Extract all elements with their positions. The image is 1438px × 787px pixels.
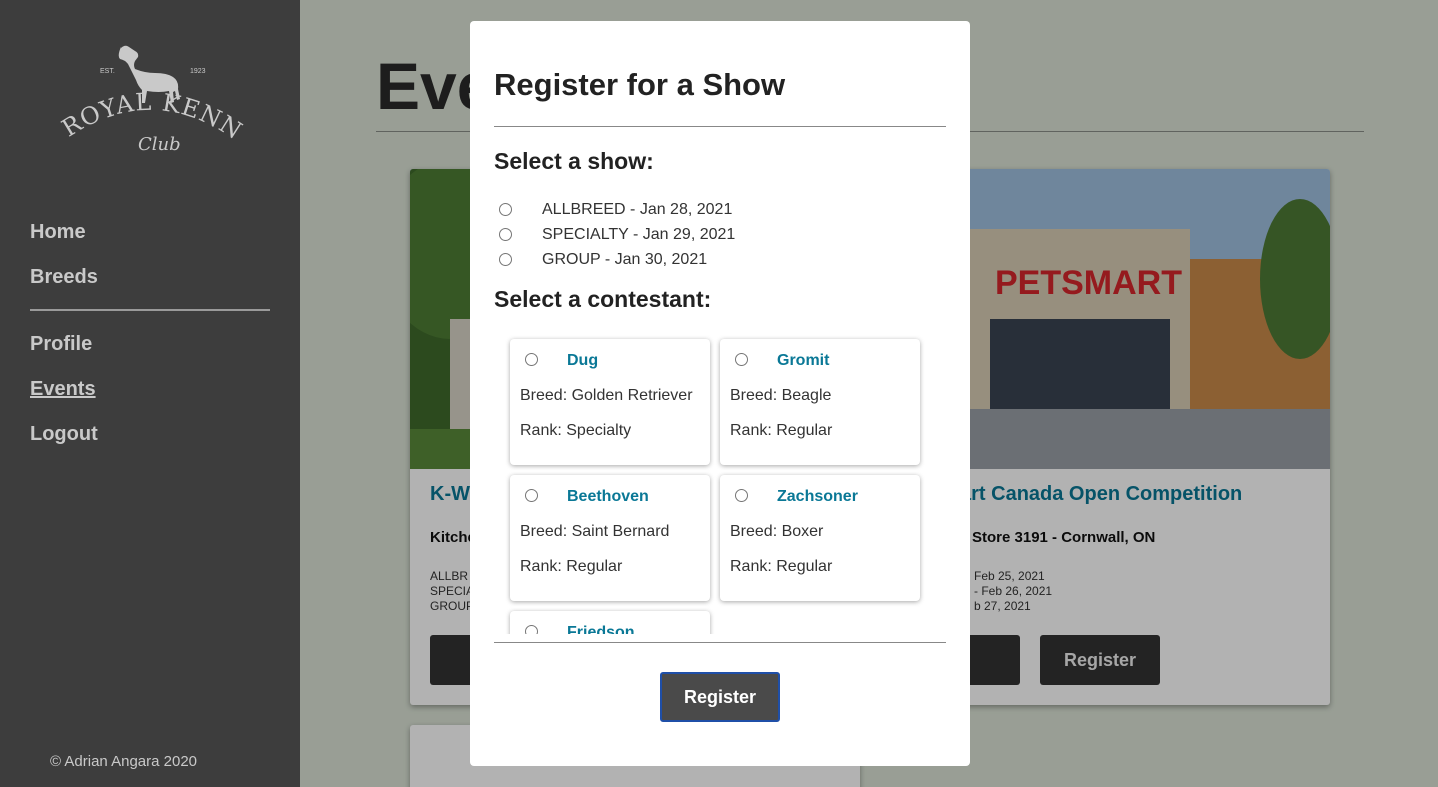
contestant-breed: Breed: Beagle	[730, 387, 832, 404]
sidebar: EST. 1923 ROYAL KENNEL Club Home Breeds …	[0, 0, 300, 787]
contestant-radio[interactable]	[525, 353, 538, 366]
logo-year: 1923	[190, 68, 206, 75]
show-option[interactable]: GROUP - Jan 30, 2021	[498, 247, 735, 272]
show-option-label: SPECIALTY - Jan 29, 2021	[542, 225, 736, 243]
show-option[interactable]: SPECIALTY - Jan 29, 2021	[498, 222, 735, 247]
contestant-card[interactable]: Friedson	[510, 611, 710, 634]
register-modal: Register for a Show Select a show: ALLBR…	[470, 21, 970, 766]
register-submit-button[interactable]: Register	[660, 672, 780, 722]
nav-logout[interactable]: Logout	[30, 419, 270, 464]
logo-wordmark-path: ROYAL KENNEL	[55, 40, 245, 145]
nav-profile[interactable]: Profile	[30, 329, 270, 374]
contestant-radio[interactable]	[525, 489, 538, 502]
nav-events[interactable]: Events	[30, 374, 270, 419]
contestant-name: Friedson	[567, 624, 635, 634]
contestant-name: Zachsoner	[777, 488, 858, 505]
contestant-radio[interactable]	[525, 625, 538, 634]
modal-divider	[494, 126, 946, 127]
contestant-radio[interactable]	[735, 353, 748, 366]
logo-wordmark: ROYAL KENNEL	[55, 40, 245, 145]
royal-kennel-club-logo[interactable]: EST. 1923 ROYAL KENNEL Club	[55, 40, 245, 160]
contestant-card[interactable]: Gromit Breed: Beagle Rank: Regular	[720, 339, 920, 465]
modal-title: Register for a Show	[494, 67, 786, 102]
show-radio[interactable]	[499, 228, 512, 241]
contestant-breed: Breed: Boxer	[730, 523, 824, 540]
show-option-label: GROUP - Jan 30, 2021	[542, 250, 708, 268]
modal-divider	[494, 642, 946, 643]
contestant-breed: Breed: Golden Retriever	[520, 387, 693, 404]
footer-copyright: © Adrian Angara 2020	[50, 753, 197, 770]
show-radio[interactable]	[499, 253, 512, 266]
contestant-rank: Rank: Regular	[730, 422, 833, 439]
contestant-card[interactable]: Beethoven Breed: Saint Bernard Rank: Reg…	[510, 475, 710, 601]
show-option[interactable]: ALLBREED - Jan 28, 2021	[498, 197, 735, 222]
logo-est: EST.	[100, 68, 115, 75]
contestant-rank: Rank: Regular	[520, 558, 623, 575]
show-radio-group: ALLBREED - Jan 28, 2021 SPECIALTY - Jan …	[498, 197, 735, 272]
show-radio[interactable]	[499, 203, 512, 216]
contestant-card[interactable]: Zachsoner Breed: Boxer Rank: Regular	[720, 475, 920, 601]
show-section-heading: Select a show:	[494, 148, 654, 174]
contestant-name: Beethoven	[567, 488, 649, 505]
show-option-label: ALLBREED - Jan 28, 2021	[542, 200, 733, 218]
contestant-section-heading: Select a contestant:	[494, 286, 712, 312]
nav-home[interactable]: Home	[30, 217, 270, 262]
nav-breeds[interactable]: Breeds	[30, 262, 270, 307]
contestant-radio[interactable]	[735, 489, 748, 502]
contestant-card[interactable]: Dug Breed: Golden Retriever Rank: Specia…	[510, 339, 710, 465]
contestant-rank: Rank: Specialty	[520, 422, 632, 439]
contestant-breed: Breed: Saint Bernard	[520, 523, 670, 540]
logo-club: Club	[138, 134, 181, 155]
secondary-nav: Profile Events Logout	[30, 329, 270, 464]
contestant-rank: Rank: Regular	[730, 558, 833, 575]
contestant-list[interactable]: Dug Breed: Golden Retriever Rank: Specia…	[494, 329, 946, 634]
contestant-name: Dug	[567, 352, 599, 369]
contestant-name: Gromit	[777, 352, 830, 369]
primary-nav: Home Breeds	[30, 217, 270, 307]
nav-divider	[30, 309, 270, 311]
